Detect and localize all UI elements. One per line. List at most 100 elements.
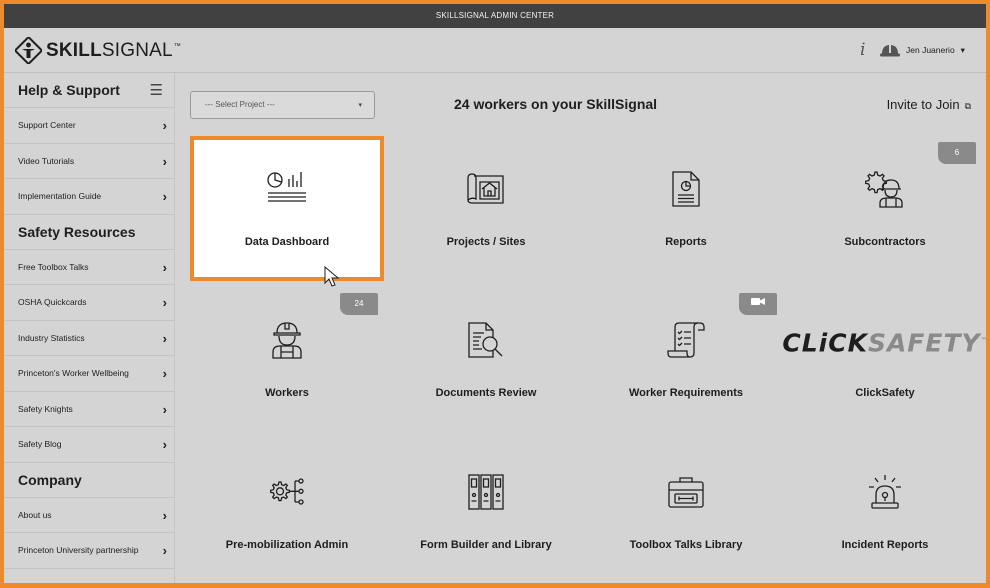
chevron-right-icon: › xyxy=(162,543,167,558)
toolbox-icon xyxy=(668,477,704,508)
sidebar-item-video-tutorials[interactable]: Video Tutorials › xyxy=(4,144,174,179)
external-link-icon: ⧉ xyxy=(964,101,971,111)
invite-label: Invite to Join xyxy=(886,97,960,112)
skillsignal-logo[interactable]: SKILLSIGNAL™ xyxy=(15,37,181,64)
tile-label: Reports xyxy=(665,236,707,248)
sidebar-item-label: Princeton's Worker Wellbeing xyxy=(18,368,129,378)
tile-label: ClickSafety xyxy=(855,387,915,399)
sidebar-section-title: Help & Support xyxy=(18,82,120,98)
tile-form-builder-library[interactable]: Form Builder and Library xyxy=(393,443,579,580)
gear-network-icon xyxy=(270,478,304,505)
hamburger-menu-icon[interactable]: ☰ xyxy=(150,73,163,108)
chevron-right-icon: › xyxy=(162,153,167,169)
tile-label: Workers xyxy=(265,387,309,399)
chevron-right-icon: › xyxy=(162,330,167,346)
subcontractor-gear-icon xyxy=(865,171,903,208)
tile-toolbox-talks-library[interactable]: Toolbox Talks Library xyxy=(593,443,779,580)
document-search-icon xyxy=(468,322,503,358)
tile-label: Projects / Sites xyxy=(446,236,526,248)
sidebar-item-industry-statistics[interactable]: Industry Statistics › xyxy=(4,321,174,356)
tile-workers[interactable]: 24 Workers xyxy=(194,291,380,428)
worker-count-heading: 24 workers on your SkillSignal xyxy=(454,96,658,112)
chevron-right-icon: › xyxy=(162,401,167,417)
tile-reports[interactable]: Reports xyxy=(593,140,779,277)
tile-data-dashboard[interactable]: Data Dashboard xyxy=(190,136,384,281)
invite-to-join-link[interactable]: Invite to Join ⧉ xyxy=(887,97,971,112)
sidebar-item-princeton-partnership[interactable]: Princeton University partnership › xyxy=(4,533,174,569)
sidebar-item-princeton-worker-wellbeing[interactable]: Princeton's Worker Wellbeing › xyxy=(4,356,174,392)
sidebar-item-osha-quickcards[interactable]: OSHA Quickcards › xyxy=(4,285,174,321)
user-menu[interactable]: Jen Juanerio ▾ xyxy=(880,43,965,57)
main-content: --- Select Project --- ▾ 24 workers on y… xyxy=(175,73,986,583)
sidebar-section-title: Safety Resources xyxy=(18,223,136,240)
sidebar-item-about-us[interactable]: About us › xyxy=(4,498,174,533)
tile-incident-reports[interactable]: Incident Reports xyxy=(792,443,978,580)
sidebar-item-label: Safety Blog xyxy=(18,439,62,449)
tile-clicksafety[interactable]: CLiCKSAFETY™ ClickSafety xyxy=(782,291,986,428)
clicksafety-logo-click: CLiCK xyxy=(782,328,868,358)
tile-label: Documents Review xyxy=(435,387,537,399)
checklist-scroll-icon xyxy=(667,322,705,358)
chevron-right-icon: › xyxy=(162,189,167,204)
sidebar-item-label: Industry Statistics xyxy=(18,332,85,343)
logo-trademark: ™ xyxy=(173,43,181,51)
clicksafety-logo: CLiCKSAFETY™ xyxy=(782,321,986,361)
notification-badge: 6 xyxy=(938,142,976,164)
tile-label: Pre-mobilization Admin xyxy=(225,539,349,551)
chevron-right-icon: › xyxy=(162,507,167,523)
chevron-right-icon: › xyxy=(162,437,167,452)
clicksafety-logo-safety: SAFETY xyxy=(867,328,981,358)
video-badge xyxy=(739,293,777,315)
tile-documents-review[interactable]: Documents Review xyxy=(393,291,579,428)
chevron-down-icon: ▾ xyxy=(358,102,362,109)
video-camera-icon xyxy=(751,298,765,305)
tile-label: Incident Reports xyxy=(841,539,929,551)
tile-label: Data Dashboard xyxy=(244,236,330,248)
sidebar-item-safety-blog[interactable]: Safety Blog › xyxy=(4,427,174,463)
sidebar-item-label: About us xyxy=(18,509,52,520)
sidebar-item-safety-knights[interactable]: Safety Knights › xyxy=(4,392,174,427)
binders-icon xyxy=(468,474,504,510)
sidebar: Help & Support ☰ Support Center › Video T… xyxy=(4,73,175,583)
report-chart-icon xyxy=(672,171,700,207)
sidebar-section-safety-resources: Safety Resources xyxy=(4,215,174,250)
chevron-right-icon: › xyxy=(162,366,167,381)
sidebar-section-help-support: Help & Support ☰ xyxy=(4,73,174,108)
sidebar-item-implementation-guide[interactable]: Implementation Guide › xyxy=(4,179,174,215)
safety-person-icon xyxy=(15,37,42,64)
clicksafety-logo-tm: ™ xyxy=(981,337,986,344)
window-title: SKILLSIGNAL ADMIN CENTER xyxy=(4,4,986,28)
user-caret-icon: ▾ xyxy=(960,44,965,55)
siren-icon xyxy=(869,475,901,509)
project-select[interactable]: --- Select Project --- ▾ xyxy=(190,91,375,119)
logo-text-light: SIGNAL xyxy=(101,39,173,61)
app-frame: SKILLSIGNAL ADMIN CENTER SKILLSIGNAL™ i … xyxy=(4,4,986,583)
sidebar-item-label: Free Toolbox Talks xyxy=(18,261,89,272)
hardhat-avatar-icon xyxy=(880,45,900,57)
tile-subcontractors[interactable]: 6 Subcontractors xyxy=(792,140,978,277)
logo-text-bold: SKILL xyxy=(46,39,102,61)
sidebar-section-company: Company xyxy=(4,463,174,498)
info-icon[interactable]: i xyxy=(860,40,865,60)
worker-hardhat-icon xyxy=(272,322,302,359)
mouse-cursor-icon xyxy=(324,266,340,287)
chevron-right-icon: › xyxy=(162,118,167,133)
tile-label: Form Builder and Library xyxy=(420,539,552,551)
tile-projects-sites[interactable]: Projects / Sites xyxy=(393,140,579,277)
app-header: SKILLSIGNAL™ i Jen Juanerio ▾ xyxy=(4,28,986,73)
chevron-right-icon: › xyxy=(162,259,167,275)
tile-pre-mobilization-admin[interactable]: Pre-mobilization Admin xyxy=(194,443,380,580)
sidebar-item-label: Princeton University partnership xyxy=(18,545,139,555)
sidebar-item-support-center[interactable]: Support Center › xyxy=(4,108,174,144)
sidebar-item-label: Support Center xyxy=(18,120,76,130)
sidebar-item-label: Safety Knights xyxy=(18,403,73,414)
sidebar-item-free-toolbox-talks[interactable]: Free Toolbox Talks › xyxy=(4,250,174,285)
sidebar-item-label: Video Tutorials xyxy=(18,155,75,166)
blueprint-house-icon xyxy=(467,173,504,204)
tile-worker-requirements[interactable]: Worker Requirements xyxy=(593,291,779,428)
chevron-right-icon: › xyxy=(162,295,167,310)
sidebar-section-title: Company xyxy=(18,471,82,488)
sidebar-item-label: Implementation Guide xyxy=(18,191,102,201)
user-name: Jen Juanerio xyxy=(906,45,955,55)
tile-label: Worker Requirements xyxy=(628,387,744,399)
